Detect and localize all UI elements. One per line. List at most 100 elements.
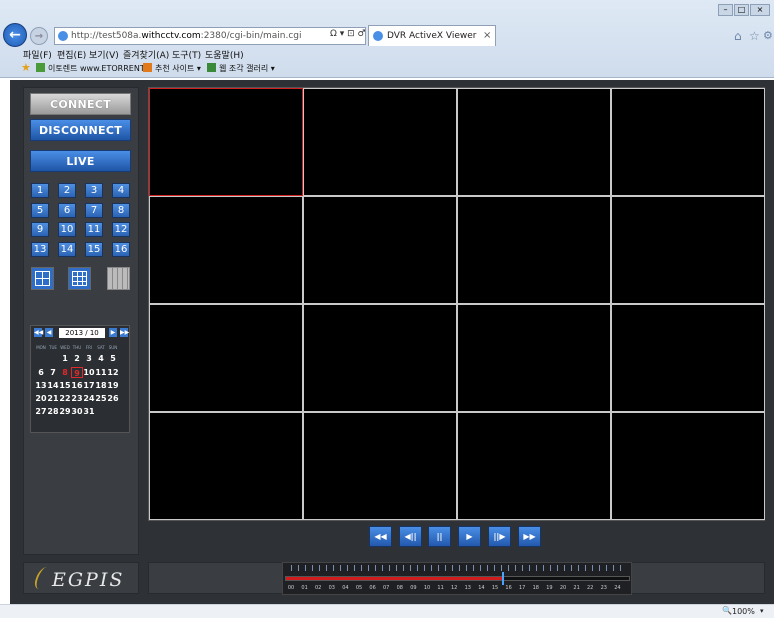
- prev-year-icon[interactable]: ◀◀: [34, 328, 43, 337]
- menu-tools[interactable]: 도구(T): [172, 48, 201, 61]
- channel-button-6[interactable]: 6: [58, 203, 76, 218]
- zoom-dropdown-icon[interactable]: ▾: [760, 607, 764, 615]
- channel-button-2[interactable]: 2: [58, 183, 76, 198]
- calendar-day-28[interactable]: 28: [47, 406, 59, 417]
- menu-file[interactable]: 파일(F): [23, 48, 52, 61]
- layout-4x4-button[interactable]: [107, 267, 130, 290]
- gear-icon[interactable]: ⚙: [763, 29, 773, 42]
- video-cell-14[interactable]: [303, 412, 457, 520]
- video-cell-5[interactable]: [149, 196, 303, 304]
- channel-button-14[interactable]: 14: [58, 242, 76, 257]
- channel-button-10[interactable]: 10: [58, 222, 76, 237]
- calendar-day-20[interactable]: 20: [35, 393, 47, 404]
- next-year-icon[interactable]: ▶▶: [120, 328, 129, 337]
- calendar-day-8[interactable]: 8: [59, 367, 71, 378]
- video-cell-1[interactable]: [149, 88, 303, 196]
- calendar-day-11[interactable]: 11: [95, 367, 107, 378]
- calendar-day-12[interactable]: 12: [107, 367, 119, 378]
- channel-button-3[interactable]: 3: [85, 183, 103, 198]
- video-cell-6[interactable]: [303, 196, 457, 304]
- video-cell-7[interactable]: [457, 196, 611, 304]
- next-month-icon[interactable]: ▶: [109, 328, 117, 337]
- video-cell-2[interactable]: [303, 88, 457, 196]
- channel-button-16[interactable]: 16: [112, 242, 130, 257]
- forward-button[interactable]: →: [30, 27, 48, 45]
- calendar-day-1[interactable]: 1: [59, 353, 71, 364]
- calendar-day-3[interactable]: 3: [83, 353, 95, 364]
- pause-button[interactable]: ||: [428, 526, 451, 547]
- step-forward-button[interactable]: ||▶: [488, 526, 511, 547]
- disconnect-button[interactable]: DISCONNECT: [30, 119, 131, 141]
- fav-suggested[interactable]: 추천 사이트 ▾: [155, 63, 201, 74]
- calendar-day-25[interactable]: 25: [95, 393, 107, 404]
- favorites-star-icon[interactable]: ☆: [749, 29, 760, 43]
- video-cell-9[interactable]: [149, 304, 303, 412]
- step-back-button[interactable]: ◀||: [399, 526, 422, 547]
- calendar-day-31[interactable]: 31: [83, 406, 95, 417]
- video-cell-12[interactable]: [611, 304, 765, 412]
- calendar-day-9[interactable]: 9: [71, 367, 83, 378]
- play-button[interactable]: ▶: [458, 526, 481, 547]
- video-cell-8[interactable]: [611, 196, 765, 304]
- channel-button-7[interactable]: 7: [85, 203, 103, 218]
- fav-webslice[interactable]: 웹 조각 갤러리 ▾: [219, 63, 275, 74]
- calendar-day-21[interactable]: 21: [47, 393, 59, 404]
- calendar-day-13[interactable]: 13: [35, 380, 47, 391]
- calendar-day-16[interactable]: 16: [71, 380, 83, 391]
- calendar-day-27[interactable]: 27: [35, 406, 47, 417]
- channel-button-4[interactable]: 4: [112, 183, 130, 198]
- time-cursor[interactable]: [502, 572, 505, 585]
- channel-button-1[interactable]: 1: [31, 183, 49, 198]
- close-window-button[interactable]: ×: [750, 4, 770, 16]
- video-cell-10[interactable]: [303, 304, 457, 412]
- video-cell-11[interactable]: [457, 304, 611, 412]
- minimize-button[interactable]: –: [718, 4, 733, 16]
- calendar-day-30[interactable]: 30: [71, 406, 83, 417]
- menu-favorites[interactable]: 즐겨찾기(A): [123, 48, 169, 61]
- channel-button-12[interactable]: 12: [112, 222, 130, 237]
- calendar-day-19[interactable]: 19: [107, 380, 119, 391]
- calendar-day-23[interactable]: 23: [71, 393, 83, 404]
- favorites-star-icon-bar[interactable]: ★: [21, 61, 31, 74]
- live-button[interactable]: LIVE: [30, 150, 131, 172]
- video-cell-13[interactable]: [149, 412, 303, 520]
- menu-view[interactable]: 보기(V): [89, 48, 119, 61]
- video-cell-15[interactable]: [457, 412, 611, 520]
- channel-button-11[interactable]: 11: [85, 222, 103, 237]
- back-button[interactable]: ←: [3, 23, 27, 47]
- tab-close-icon[interactable]: ×: [483, 26, 491, 46]
- video-cell-3[interactable]: [457, 88, 611, 196]
- channel-button-5[interactable]: 5: [31, 203, 49, 218]
- calendar-day-2[interactable]: 2: [71, 353, 83, 364]
- connect-button[interactable]: CONNECT: [30, 93, 131, 115]
- zoom-level[interactable]: 100%: [732, 607, 755, 616]
- calendar-day-6[interactable]: 6: [35, 367, 47, 378]
- layout-3x3-button[interactable]: [68, 267, 91, 290]
- calendar-day-22[interactable]: 22: [59, 393, 71, 404]
- fav-etorrent[interactable]: 이토렌트 www.ETORRENT...: [48, 63, 151, 74]
- calendar-day-17[interactable]: 17: [83, 380, 95, 391]
- search-refresh-icons[interactable]: Ω ▾ ⊡ ♂: [330, 29, 366, 39]
- address-bar[interactable]: http://test508a.withcctv.com:2380/cgi-bi…: [54, 27, 366, 45]
- video-cell-16[interactable]: [611, 412, 765, 520]
- calendar-day-18[interactable]: 18: [95, 380, 107, 391]
- channel-button-8[interactable]: 8: [112, 203, 130, 218]
- calendar-day-14[interactable]: 14: [47, 380, 59, 391]
- menu-help[interactable]: 도움말(H): [205, 48, 244, 61]
- calendar-day-15[interactable]: 15: [59, 380, 71, 391]
- calendar-day-4[interactable]: 4: [95, 353, 107, 364]
- layout-2x2-button[interactable]: [31, 267, 54, 290]
- calendar-day-24[interactable]: 24: [83, 393, 95, 404]
- home-icon[interactable]: ⌂: [734, 29, 742, 43]
- calendar-day-10[interactable]: 10: [83, 367, 95, 378]
- menu-edit[interactable]: 편집(E): [57, 48, 86, 61]
- calendar-day-5[interactable]: 5: [107, 353, 119, 364]
- tab-dvr-viewer[interactable]: DVR ActiveX Viewer ×: [368, 25, 496, 46]
- maximize-button[interactable]: □: [734, 4, 749, 16]
- fast-forward-button[interactable]: ▶▶: [518, 526, 541, 547]
- channel-button-15[interactable]: 15: [85, 242, 103, 257]
- channel-button-13[interactable]: 13: [31, 242, 49, 257]
- video-cell-4[interactable]: [611, 88, 765, 196]
- calendar-day-7[interactable]: 7: [47, 367, 59, 378]
- calendar-day-29[interactable]: 29: [59, 406, 71, 417]
